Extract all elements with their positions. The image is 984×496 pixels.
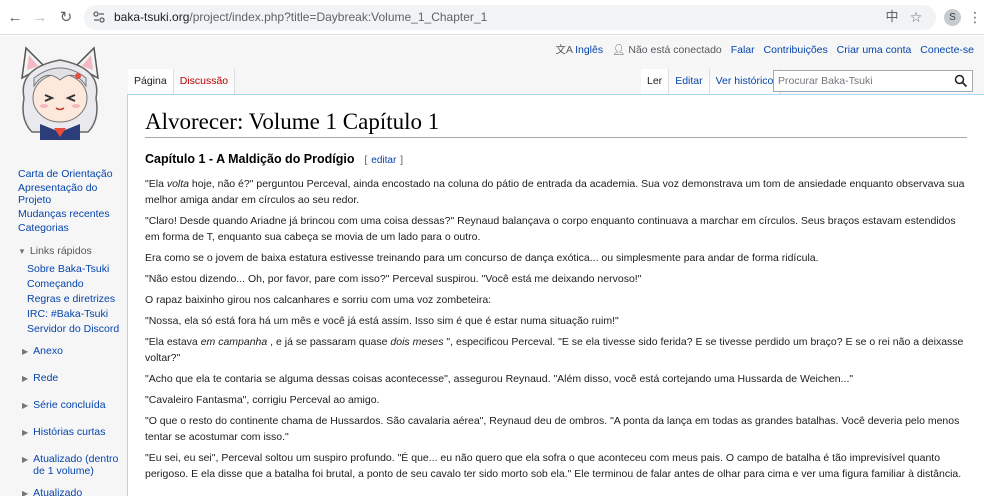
browser-toolbar: ← → ↻ baka-tsuki.org/project/index.php?t… [0,0,984,35]
translate-icon[interactable]: 中 [884,9,900,25]
paragraph-4: "Não estou dizendo... Oh, por favor, par… [145,273,642,285]
edit-section: [editar] [364,155,404,166]
paragraph-3: Era como se o jovem de baixa estatura es… [145,252,819,264]
tab-read[interactable]: Ler [641,69,670,94]
collapsed-triangle-icon: ▶ [22,428,29,437]
browser-menu-icon[interactable]: ⋮ [968,9,982,26]
paragraph-1: "Ela volta hoje, não é?" perguntou Perce… [145,178,965,206]
sidebar-main-links: Carta de Orientação Apresentação do Proj… [0,168,126,234]
paragraph-2: "Claro! Desde quando Ariadne já brincou … [145,215,956,243]
quick-links-list: Sobre Baka-Tsuki Começando Regras e dire… [0,263,126,335]
sidebar-section-rede[interactable]: ▶ Rede [0,372,126,385]
sidebar-item-categories[interactable]: Categorias [0,222,126,234]
tab-page[interactable]: Página [128,69,174,94]
reload-icon[interactable]: ↻ [56,8,76,28]
sidebar-item-orientation[interactable]: Carta de Orientação [0,168,126,180]
view-tabs: Ler Editar Ver histórico [641,69,781,94]
sidebar-section-updated-volume[interactable]: ▶ Atualizado (dentro de 1 volume) [0,453,126,477]
translate-icon: 文A [555,44,574,56]
edit-section-link[interactable]: editar [371,155,396,166]
collapsed-triangle-icon: ▶ [22,347,29,356]
sidebar-section-completed[interactable]: ▶ Série concluída [0,399,126,412]
collapsed-triangle-icon: ▶ [22,455,29,464]
paragraph-6: "Nossa, ela só está fora há um mês e voc… [145,315,619,327]
article-content: Alvorecer: Volume 1 Capítulo 1 Capítulo … [127,94,984,496]
forward-icon[interactable]: → [30,8,50,28]
site-info-icon[interactable] [92,10,106,24]
back-icon[interactable]: ← [5,8,25,28]
sidebar-item-recent-changes[interactable]: Mudanças recentes [0,208,126,220]
search-input[interactable] [774,71,949,91]
section-heading: Capítulo 1 - A Maldição do Prodígio[edit… [145,152,404,166]
paragraph-10: "O que o resto do continente chama de Hu… [145,415,960,443]
talk-link[interactable]: Falar [731,44,755,56]
paragraph-9: "Cavaleiro Fantasma", corrigiu Perceval … [145,394,380,406]
address-bar[interactable]: baka-tsuki.org/project/index.php?title=D… [84,5,936,30]
tab-discussion[interactable]: Discussão [173,69,236,94]
language-link[interactable]: 文A Inglês [556,44,604,56]
paragraph-11: "Eu sei, eu sei", Perceval soltou um sus… [145,452,962,480]
quick-links-heading[interactable]: ▼ Links rápidos [0,245,126,257]
personal-tools: 文A Inglês 👤︎ Não está conectado Falar Cont… [550,42,974,57]
collapsed-triangle-icon: ▶ [22,401,29,410]
bookmark-star-icon[interactable]: ☆ [908,9,924,25]
tab-edit[interactable]: Editar [669,69,710,94]
site-logo[interactable] [10,40,110,140]
paragraph-5: O rapaz baixinho girou nos calcanhares e… [145,294,492,306]
sidebar-section-short-stories[interactable]: ▶ Histórias curtas [0,426,126,439]
not-logged-status: 👤︎ Não está conectado [612,44,722,56]
sidebar-item-irc[interactable]: IRC: #Baka-Tsuki [0,308,126,320]
profile-avatar[interactable]: S [944,9,961,26]
search-icon[interactable] [954,74,968,88]
create-account-link[interactable]: Criar uma conta [837,44,912,56]
tab-history[interactable]: Ver histórico [709,69,781,94]
login-link[interactable]: Conecte-se [920,44,974,56]
expanded-triangle-icon: ▼ [18,247,26,256]
collapsed-triangle-icon: ▶ [22,374,29,383]
page-title: Alvorecer: Volume 1 Capítulo 1 [145,109,967,138]
sidebar-item-project-presentation[interactable]: Apresentação do Projeto [0,182,126,206]
wiki-page: 文A Inglês 👤︎ Não está conectado Falar Cont… [0,36,984,496]
sidebar-item-about[interactable]: Sobre Baka-Tsuki [0,263,126,275]
sidebar-item-getting-started[interactable]: Começando [0,278,126,290]
paragraph-7: "Ela estava em campanha , e já se passar… [145,336,964,364]
sidebar-item-rules[interactable]: Regras e diretrizes [0,293,126,305]
namespace-tabs: Página Discussão [128,69,236,94]
search-box [773,70,973,92]
contributions-link[interactable]: Contribuições [764,44,828,56]
url-text[interactable]: baka-tsuki.org/project/index.php?title=D… [114,10,487,24]
sidebar: Carta de Orientação Apresentação do Proj… [0,168,126,496]
paragraph-8: "Acho que ela te contaria se alguma dess… [145,373,854,385]
collapsed-triangle-icon: ▶ [22,489,29,496]
sidebar-item-discord[interactable]: Servidor do Discord [0,323,126,335]
sidebar-section-updated[interactable]: ▶ Atualizado [0,487,126,496]
user-icon: 👤︎ [612,44,626,56]
sidebar-section-anexo[interactable]: ▶ Anexo [0,345,126,358]
